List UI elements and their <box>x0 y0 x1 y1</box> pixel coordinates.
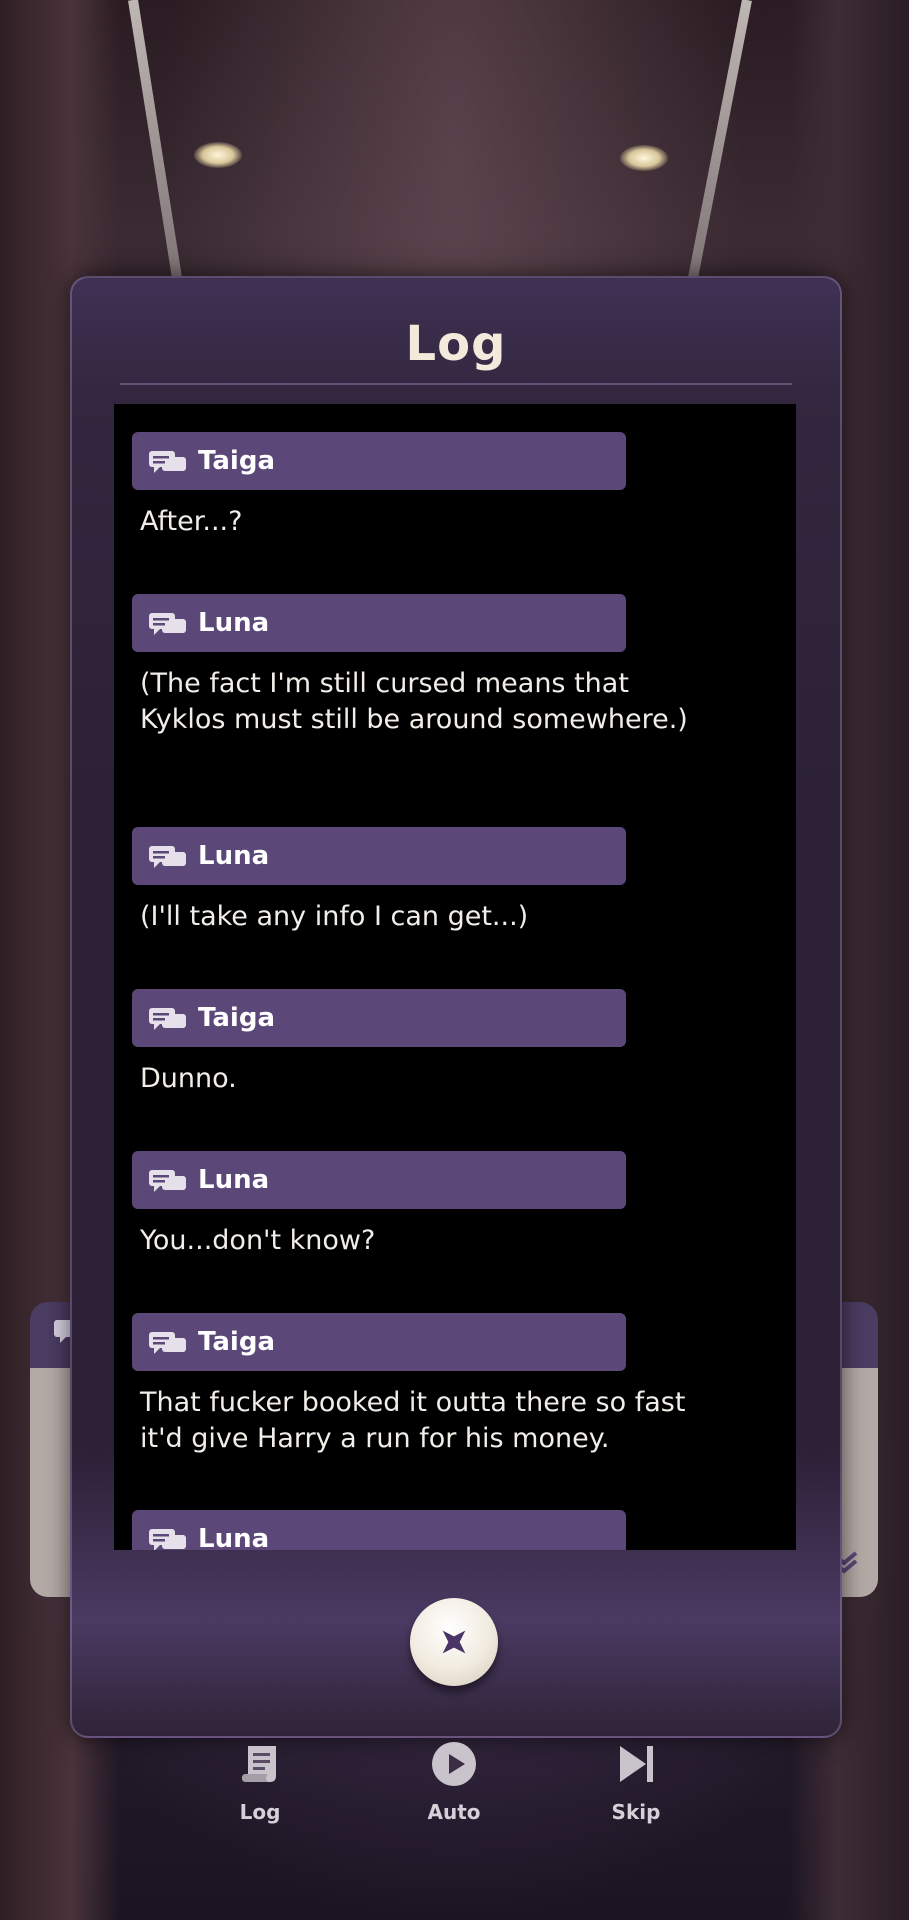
speaker-name-bar: Taiga <box>132 989 626 1047</box>
chat-bubbles-icon <box>149 613 186 635</box>
log-entry: Taiga That fucker booked it outta there … <box>132 1313 752 1457</box>
speaker-name: Taiga <box>198 1327 275 1357</box>
auto-button[interactable]: Auto <box>394 1740 514 1824</box>
log-entry: Taiga Dunno. <box>132 989 752 1097</box>
log-entry: Luna (I'll take any info I can get...) <box>132 827 752 935</box>
log-entry: Luna You...don't know? <box>132 1151 752 1259</box>
speaker-name: Luna <box>198 608 270 638</box>
chat-bubbles-icon <box>149 1170 186 1192</box>
title-divider <box>120 383 792 385</box>
skip-forward-icon <box>620 1746 653 1782</box>
log-panel: Log Taiga After...? Luna (The fact I'm s… <box>70 276 842 1738</box>
ceiling-beam <box>128 0 184 288</box>
speaker-name: Luna <box>198 841 270 871</box>
log-entry: Luna (The fact I'm still cursed means th… <box>132 594 752 738</box>
ceiling-light <box>620 145 668 171</box>
speaker-name-bar: Luna <box>132 1510 626 1550</box>
speaker-name-bar: Taiga <box>132 432 626 490</box>
chat-bubbles-icon <box>149 1529 186 1550</box>
log-entry: Luna <box>132 1510 752 1550</box>
chat-bubbles-icon <box>149 451 186 473</box>
speaker-name-bar: Luna <box>132 594 626 652</box>
close-button[interactable] <box>410 1598 498 1686</box>
close-x-icon <box>442 1630 466 1654</box>
speaker-name-bar: Taiga <box>132 1313 626 1371</box>
speaker-name-bar: Luna <box>132 827 626 885</box>
log-scroll-area[interactable]: Taiga After...? Luna (The fact I'm still… <box>114 404 796 1550</box>
speaker-name: Taiga <box>198 446 275 476</box>
dialogue-line: You...don't know? <box>140 1225 376 1256</box>
log-button[interactable]: Log <box>200 1740 320 1824</box>
dialogue-line: That fucker booked it outta there so fas… <box>140 1387 686 1454</box>
dialogue-line: Dunno. <box>140 1063 237 1094</box>
speaker-name: Taiga <box>198 1003 275 1033</box>
log-title: Log <box>405 316 507 372</box>
dialogue-line: After...? <box>140 506 243 537</box>
chat-bubbles-icon <box>149 1008 186 1030</box>
log-button-label: Log <box>239 1800 281 1824</box>
speaker-name: Luna <box>198 1165 270 1195</box>
ceiling-light <box>194 142 242 168</box>
auto-button-label: Auto <box>427 1800 481 1824</box>
skip-button[interactable]: Skip <box>576 1740 696 1824</box>
skip-button-label: Skip <box>611 1800 661 1824</box>
play-circle-icon <box>432 1742 476 1786</box>
dialogue-line: (The fact I'm still cursed means that Ky… <box>140 668 688 735</box>
log-entry: Taiga After...? <box>132 432 752 540</box>
speaker-name: Luna <box>198 1524 270 1550</box>
ceiling-beam <box>686 0 752 286</box>
chat-bubbles-icon <box>149 846 186 868</box>
scroll-icon <box>242 1746 276 1782</box>
speaker-name-bar: Luna <box>132 1151 626 1209</box>
dialogue-line: (I'll take any info I can get...) <box>140 901 529 932</box>
chat-bubbles-icon <box>149 1332 186 1354</box>
